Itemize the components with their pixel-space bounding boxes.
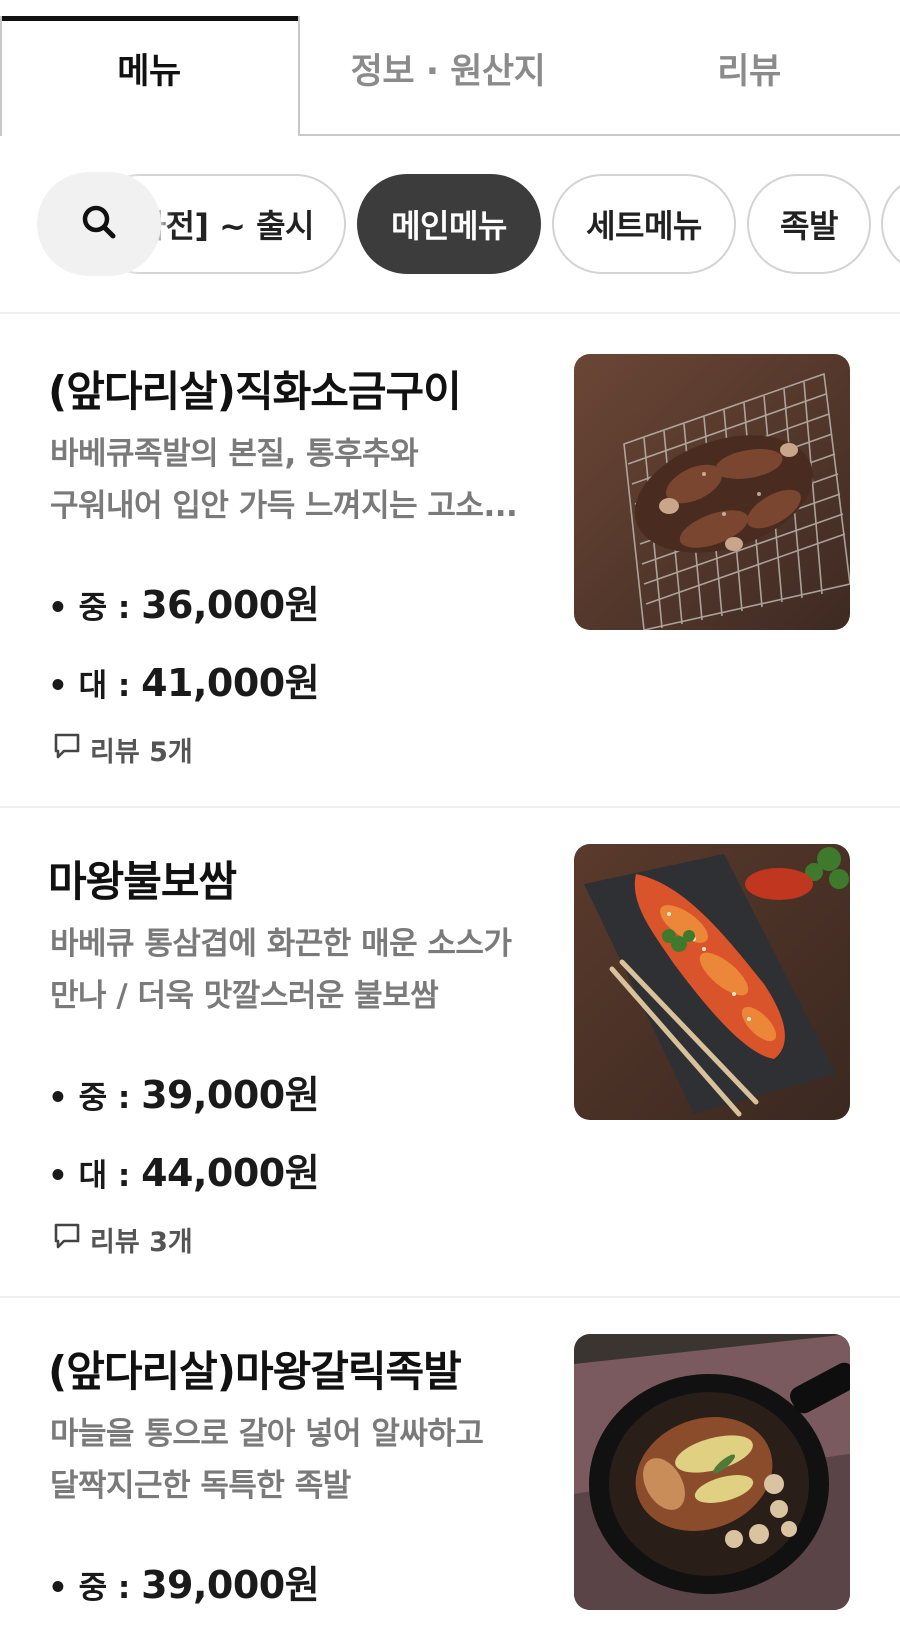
description-line: 달짝지근한 독특한 족발 <box>50 1468 351 1504</box>
speech-bubble-icon <box>52 731 82 768</box>
divider <box>0 312 900 314</box>
menu-page: 메뉴 정보 · 원산지 리뷰 사전] ~ 출시 메인메뉴 세트메뉴 족발 (앞다… <box>0 0 900 1638</box>
tab-menu[interactable]: 메뉴 <box>0 0 298 136</box>
category-chip-bar[interactable]: 사전] ~ 출시 메인메뉴 세트메뉴 족발 <box>0 136 900 314</box>
chip-set-menu[interactable]: 세트메뉴 <box>552 174 736 274</box>
menu-item-photo[interactable] <box>574 844 850 1120</box>
price-large: • 대 : 41,000원 <box>48 652 320 707</box>
price-value: 36,000원 <box>141 583 320 627</box>
menu-item-photo[interactable] <box>574 354 850 630</box>
chip-jokbal[interactable]: 족발 <box>747 174 871 274</box>
price-label: • 중 : <box>48 590 142 626</box>
menu-item-photo[interactable] <box>574 1334 850 1610</box>
price-value: 39,000원 <box>141 1073 320 1117</box>
description-line: 마늘을 통으로 갈아 넣어 알싸하고 <box>50 1416 484 1452</box>
price-label: • 대 : <box>48 668 142 704</box>
description-line: 만나 / 더욱 맛깔스러운 불보쌈 <box>50 978 439 1014</box>
menu-item-description: 바베큐족발의 본질, 통후추와 구워내어 입안 가득 느껴지는 고소... <box>50 428 540 532</box>
tab-review[interactable]: 리뷰 <box>598 0 900 136</box>
speech-bubble-icon <box>52 1221 82 1258</box>
price-label: • 중 : <box>48 1080 142 1116</box>
price-medium: • 중 : 39,000원 <box>48 1554 320 1609</box>
menu-item[interactable]: 마왕불보쌈 바베큐 통삼겹에 화끈한 매운 소스가 만나 / 더욱 맛깔스러운 … <box>0 810 900 1296</box>
description-line: 바베큐 통삼겹에 화끈한 매운 소스가 <box>50 926 512 962</box>
menu-item-title: 마왕불보쌈 <box>48 857 237 906</box>
divider <box>0 806 900 808</box>
menu-item[interactable]: (앞다리살)마왕갈릭족발 마늘을 통으로 갈아 넣어 알싸하고 달짝지근한 독특… <box>0 1300 900 1638</box>
price-value: 41,000원 <box>141 661 320 705</box>
menu-item-title: (앞다리살)직화소금구이 <box>48 367 462 416</box>
menu-item-description: 바베큐 통삼겹에 화끈한 매운 소스가 만나 / 더욱 맛깔스러운 불보쌈 <box>50 918 540 1022</box>
price-large: • 대 : 44,000원 <box>48 1142 320 1197</box>
price-label: • 중 : <box>48 1570 142 1606</box>
review-count: 리뷰 5개 <box>90 737 193 768</box>
price-value: 39,000원 <box>141 1563 320 1607</box>
menu-item-title: (앞다리살)마왕갈릭족발 <box>48 1347 462 1396</box>
menu-item[interactable]: (앞다리살)직화소금구이 바베큐족발의 본질, 통후추와 구워내어 입안 가득 … <box>0 320 900 806</box>
price-medium: • 중 : 39,000원 <box>48 1064 320 1119</box>
divider <box>0 1296 900 1298</box>
price-value: 44,000원 <box>141 1151 320 1195</box>
price-medium: • 중 : 36,000원 <box>48 574 320 629</box>
review-count-link[interactable]: 리뷰 3개 <box>52 1220 193 1259</box>
price-label: • 대 : <box>48 1158 142 1194</box>
tab-bar: 메뉴 정보 · 원산지 리뷰 <box>0 0 900 136</box>
review-count-link[interactable]: 리뷰 5개 <box>52 730 193 769</box>
search-icon <box>79 202 119 246</box>
chip-main-menu[interactable]: 메인메뉴 <box>357 174 541 274</box>
search-button[interactable] <box>37 172 161 276</box>
chip-next-partial[interactable] <box>881 174 900 274</box>
review-count: 리뷰 3개 <box>90 1227 193 1258</box>
description-line: 바베큐족발의 본질, 통후추와 <box>50 436 419 472</box>
menu-item-description: 마늘을 통으로 갈아 넣어 알싸하고 달짝지근한 독특한 족발 <box>50 1408 540 1512</box>
description-line: 구워내어 입안 가득 느껴지는 고소... <box>50 488 518 524</box>
tab-info-origin[interactable]: 정보 · 원산지 <box>298 0 598 136</box>
